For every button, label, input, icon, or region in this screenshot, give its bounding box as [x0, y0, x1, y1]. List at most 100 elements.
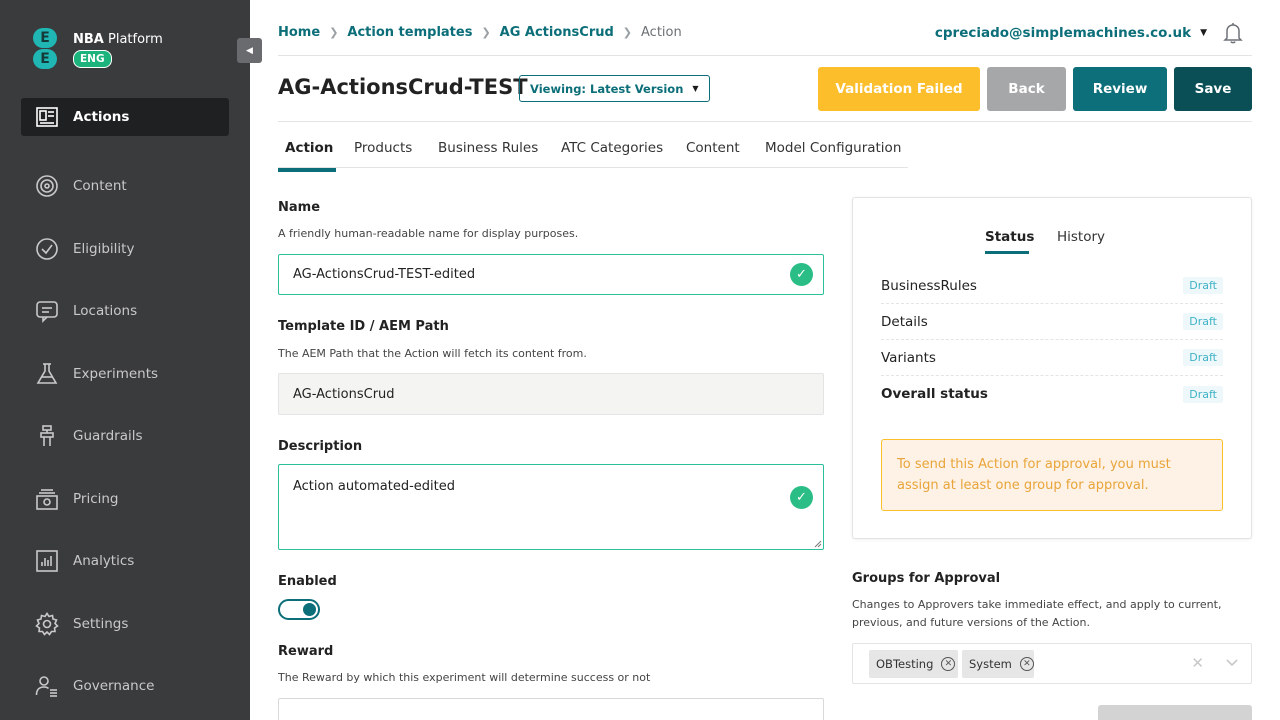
environment-badge: ENG: [73, 50, 112, 68]
caret-down-icon: ▼: [1200, 28, 1207, 38]
sidebar-item-label: Content: [73, 178, 127, 194]
breadcrumb-ag-actionscrud[interactable]: AG ActionsCrud: [500, 25, 614, 40]
groups-help: Changes to Approvers take immediate effe…: [852, 598, 1222, 629]
sidebar-item-experiments[interactable]: Experiments: [21, 355, 229, 393]
locations-icon: [35, 299, 59, 323]
groups-select[interactable]: OBTesting ✕ System ✕ ✕: [852, 643, 1252, 684]
group-chip: System ✕: [962, 650, 1034, 678]
sidebar-item-label: Actions: [73, 109, 130, 125]
tab-history[interactable]: History: [1057, 229, 1105, 245]
description-label: Description: [278, 439, 363, 454]
enabled-toggle[interactable]: [278, 599, 320, 620]
sidebar: E E NBA Platform ENG Actions Content Eli…: [0, 0, 250, 720]
chevron-right-icon: ❯: [622, 26, 633, 39]
breadcrumb-home[interactable]: Home: [278, 25, 320, 40]
name-input[interactable]: AG-ActionsCrud-TEST-edited ✓: [278, 254, 824, 295]
actions-icon: [35, 105, 59, 129]
sidebar-item-guardrails[interactable]: Guardrails: [21, 417, 229, 455]
governance-icon: [35, 674, 59, 698]
review-button[interactable]: Review: [1073, 67, 1167, 111]
back-button[interactable]: Back: [987, 67, 1066, 111]
sidebar-item-governance[interactable]: Governance: [21, 667, 229, 705]
name-label: Name: [278, 200, 321, 215]
groups-title: Groups for Approval: [852, 571, 1001, 586]
group-chip: OBTesting ✕: [869, 650, 958, 678]
collapse-sidebar-button[interactable]: ◀: [237, 38, 262, 63]
caret-left-icon: ◀: [246, 45, 253, 56]
validation-failed-button[interactable]: Validation Failed: [818, 67, 980, 111]
template-input: AG-ActionsCrud: [278, 373, 824, 415]
status-badge: Draft: [1183, 277, 1223, 294]
toggle-knob: [303, 603, 316, 616]
bell-icon[interactable]: [1223, 22, 1243, 44]
content-icon: [35, 174, 59, 198]
sidebar-item-settings[interactable]: Settings: [21, 605, 229, 643]
guardrails-icon: [35, 424, 59, 448]
active-tab-indicator: [278, 168, 336, 172]
chevron-right-icon: ❯: [481, 26, 491, 39]
user-menu[interactable]: cpreciado@simplemachines.co.uk ▼: [935, 25, 1207, 41]
checkmark-icon: ✓: [790, 263, 813, 286]
status-row-overall: Overall status Draft: [881, 376, 1223, 412]
sidebar-item-label: Experiments: [73, 366, 159, 382]
sidebar-item-label: Settings: [73, 616, 129, 632]
remove-chip-icon[interactable]: ✕: [1019, 657, 1034, 671]
experiments-icon: [35, 362, 59, 386]
status-badge: Draft: [1183, 385, 1223, 403]
brand-name: NBA Platform: [73, 32, 163, 47]
reward-label: Reward: [278, 644, 334, 659]
approval-warning: To send this Action for approval, you mu…: [881, 439, 1223, 511]
brand[interactable]: E E NBA Platform ENG: [33, 28, 163, 70]
pricing-icon: [35, 487, 59, 511]
ee-logo-icon: E E: [33, 28, 59, 70]
status-row-details: Details Draft: [881, 304, 1223, 340]
sidebar-item-label: Guardrails: [73, 428, 143, 444]
tab-status[interactable]: Status: [985, 229, 1034, 245]
main-content: Home ❯ Action templates ❯ AG ActionsCrud…: [250, 0, 1280, 720]
remove-chip-icon[interactable]: ✕: [941, 657, 956, 671]
sidebar-item-eligibility[interactable]: Eligibility: [21, 230, 229, 268]
breadcrumb-action-templates[interactable]: Action templates: [347, 25, 472, 40]
sidebar-item-label: Locations: [73, 303, 138, 319]
template-label: Template ID / AEM Path: [278, 319, 449, 334]
version-dropdown[interactable]: Viewing: Latest Version ▼: [519, 75, 710, 102]
template-help: The AEM Path that the Action will fetch …: [278, 347, 587, 360]
settings-icon: [35, 612, 59, 636]
sidebar-item-pricing[interactable]: Pricing: [21, 480, 229, 518]
clear-icon[interactable]: ✕: [1191, 654, 1204, 672]
description-textarea[interactable]: Action automated-edited ✓: [278, 464, 824, 550]
breadcrumb: Home ❯ Action templates ❯ AG ActionsCrud…: [278, 25, 682, 40]
sidebar-item-content[interactable]: Content: [21, 167, 229, 205]
sidebar-item-locations[interactable]: Locations: [21, 292, 229, 330]
status-badge: Draft: [1183, 313, 1223, 330]
bottom-button[interactable]: [1098, 705, 1252, 720]
name-help: A friendly human-readable name for displ…: [278, 227, 579, 240]
breadcrumb-current: Action: [641, 25, 682, 40]
status-badge: Draft: [1183, 349, 1223, 366]
analytics-icon: [35, 549, 59, 573]
status-row-business-rules: BusinessRules Draft: [881, 268, 1223, 304]
enabled-label: Enabled: [278, 574, 337, 589]
sidebar-item-label: Governance: [73, 678, 155, 694]
sidebar-item-label: Pricing: [73, 491, 119, 507]
reward-help: The Reward by which this experiment will…: [278, 671, 651, 684]
page-title: AG-ActionsCrud-TEST: [278, 75, 528, 99]
eligibility-icon: [35, 237, 59, 261]
reward-input[interactable]: [278, 698, 824, 720]
checkmark-icon: ✓: [790, 486, 813, 509]
save-button[interactable]: Save: [1174, 67, 1252, 111]
sidebar-item-label: Eligibility: [73, 241, 135, 257]
status-row-variants: Variants Draft: [881, 340, 1223, 376]
active-tab-indicator: [985, 251, 1029, 254]
user-email: cpreciado@simplemachines.co.uk: [934, 25, 1192, 41]
sidebar-item-label: Analytics: [73, 553, 135, 569]
caret-down-icon: ▼: [692, 84, 699, 93]
divider: [278, 167, 908, 168]
divider: [278, 55, 1252, 56]
resize-handle-icon[interactable]: [814, 540, 822, 548]
chevron-down-icon[interactable]: [1225, 655, 1239, 669]
sidebar-item-analytics[interactable]: Analytics: [21, 542, 229, 580]
sidebar-item-actions[interactable]: Actions: [21, 98, 229, 136]
status-panel: Status History BusinessRules Draft Detai…: [852, 197, 1252, 539]
divider: [278, 121, 1252, 122]
